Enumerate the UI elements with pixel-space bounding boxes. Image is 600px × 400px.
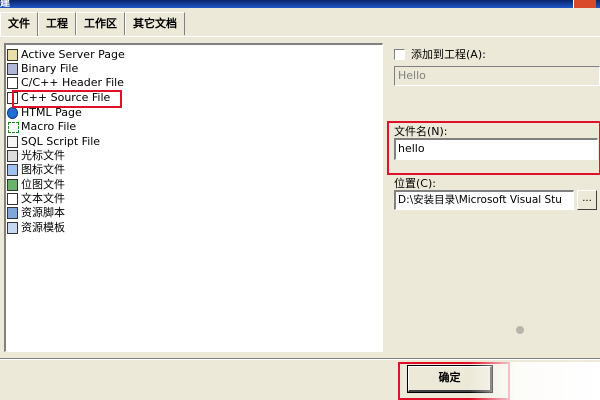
list-item-header[interactable]: C/C++ Header File	[7, 76, 124, 90]
tab-files[interactable]: 文件	[0, 12, 38, 37]
add-to-project-label: 添加到工程(A):	[411, 48, 486, 61]
list-item-bitmap[interactable]: 位图文件	[7, 178, 65, 192]
window-title: 建	[0, 0, 10, 9]
resource-template-icon	[7, 222, 18, 234]
list-item-label: Active Server Page	[21, 48, 125, 61]
header-file-icon	[7, 77, 18, 89]
list-item-label: 文本文件	[21, 192, 65, 205]
tab-other-documents[interactable]: 其它文档	[125, 12, 185, 35]
location-label: 位置(C):	[394, 177, 436, 190]
list-item-label: Macro File	[21, 120, 77, 133]
sql-script-icon	[7, 136, 18, 148]
watermark-overlay	[470, 362, 600, 400]
list-item-label: HTML Page	[21, 106, 82, 119]
resource-script-icon	[7, 207, 18, 219]
html-page-icon	[7, 107, 18, 119]
list-item-sql[interactable]: SQL Script File	[7, 135, 100, 149]
list-item-html[interactable]: HTML Page	[7, 106, 82, 120]
list-item-asp[interactable]: Active Server Page	[7, 48, 125, 62]
text-file-icon	[7, 193, 18, 205]
list-item-label: SQL Script File	[21, 135, 101, 148]
file-options-panel: 添加到工程(A): Hello 文件名(N): hello 位置(C): D:\…	[394, 40, 600, 360]
highlight-box-cpp-source	[12, 90, 122, 108]
tab-divider	[0, 36, 600, 37]
list-item-label: 图标文件	[21, 163, 65, 176]
watermark-dot	[516, 326, 524, 334]
close-button[interactable]	[573, 0, 596, 8]
location-input[interactable]: D:\安装目录\Microsoft Visual Stu	[394, 190, 574, 210]
cursor-file-icon	[7, 150, 18, 162]
list-item-label: Binary File	[21, 62, 79, 75]
add-to-project-row: 添加到工程(A):	[394, 46, 486, 62]
project-select[interactable]: Hello	[394, 66, 600, 86]
bottom-divider-highlight	[0, 359, 600, 360]
list-item-cursor[interactable]: 光标文件	[7, 149, 65, 163]
list-item-label: 光标文件	[21, 149, 65, 162]
add-to-project-checkbox[interactable]	[394, 48, 405, 60]
bitmap-file-icon	[7, 179, 18, 191]
list-item-macro[interactable]: Macro File	[7, 120, 76, 134]
tab-strip: 文件 工程 工作区 其它文档	[0, 12, 185, 37]
list-item-resource-template[interactable]: 资源模板	[7, 221, 65, 235]
list-item-label: C/C++ Header File	[21, 76, 124, 89]
tab-projects[interactable]: 工程	[38, 12, 76, 35]
binary-file-icon	[7, 63, 18, 75]
list-item-binary[interactable]: Binary File	[7, 62, 78, 76]
highlight-box-filename	[387, 121, 600, 175]
browse-button[interactable]: ...	[577, 190, 597, 210]
list-item-label: 资源模板	[21, 221, 65, 234]
title-bar: 建	[0, 0, 600, 9]
list-item-icon-file[interactable]: 图标文件	[7, 163, 65, 177]
list-item-label: 资源脚本	[21, 206, 65, 219]
asp-file-icon	[7, 49, 18, 61]
list-item-label: 位图文件	[21, 178, 65, 191]
tab-workspaces[interactable]: 工作区	[76, 12, 125, 35]
list-item-text[interactable]: 文本文件	[7, 192, 65, 206]
list-item-resource-script[interactable]: 资源脚本	[7, 206, 65, 220]
macro-file-icon	[7, 121, 19, 133]
icon-file-icon	[7, 164, 18, 176]
